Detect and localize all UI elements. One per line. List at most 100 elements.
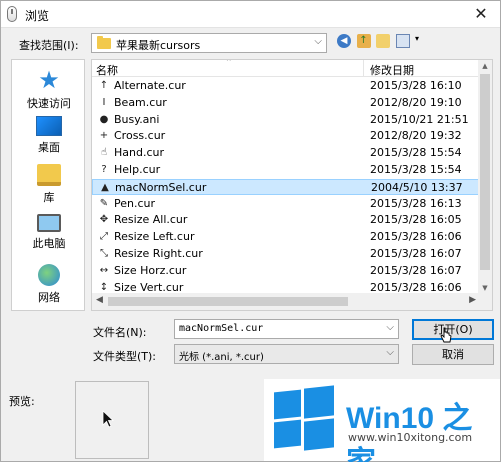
- filetype-label: 文件类型(T):: [93, 350, 157, 363]
- place-quick-access[interactable]: ★ 快速访问: [12, 68, 86, 111]
- file-row[interactable]: ↔ Size Horz.cur 2015/3/28 16:07: [92, 263, 480, 279]
- computer-icon: [37, 214, 61, 232]
- column-header: 名称 ⌃ 修改日期: [92, 60, 492, 77]
- cursor-file-icon: ▲: [101, 181, 109, 193]
- cursor-file-icon: ↔: [99, 264, 109, 276]
- file-row[interactable]: ✎ Pen.cur 2015/3/28 16:13: [92, 196, 480, 212]
- file-date: 2015/3/28 16:10: [370, 79, 462, 92]
- chevron-down-icon[interactable]: ⌵: [314, 36, 322, 47]
- file-row[interactable]: ⤢ Resize Left.cur 2015/3/28 16:06: [92, 229, 480, 245]
- filename-value[interactable]: macNormSel.cur: [179, 323, 263, 334]
- cursor-file-icon: ✥: [99, 214, 109, 226]
- preview-label: 预览:: [9, 395, 35, 408]
- chevron-down-icon[interactable]: ⌵: [386, 322, 394, 333]
- file-row[interactable]: + Cross.cur 2012/8/20 19:32: [92, 128, 480, 144]
- cursor-file-icon: ?: [101, 164, 107, 175]
- file-list: 名称 ⌃ 修改日期 ↑ Alternate.cur 2015/3/28 16:10 I…: [91, 59, 493, 311]
- file-name: Size Horz.cur: [114, 263, 187, 277]
- cursor-file-icon: ↕: [99, 281, 109, 293]
- file-name: macNormSel.cur: [115, 180, 207, 194]
- view-menu-icon[interactable]: [395, 34, 410, 48]
- file-name: Alternate.cur: [114, 79, 186, 92]
- browse-dialog: 浏览 ✕ 查找范围(I): 苹果最新cursors ⌵ ◀ ↑ ▾ ★ 快速访问…: [0, 0, 501, 462]
- cursor-file-icon: ⤢: [100, 231, 108, 243]
- lookin-value: 苹果最新cursors: [116, 39, 201, 52]
- file-row[interactable]: ⤡ Resize Right.cur 2015/3/28 16:07: [92, 246, 480, 262]
- file-date: 2015/3/28 16:05: [370, 213, 462, 227]
- file-name: Resize All.cur: [114, 213, 188, 227]
- filename-field[interactable]: macNormSel.cur ⌵: [174, 319, 399, 339]
- file-date: 2015/10/21 21:51: [370, 112, 469, 126]
- place-library[interactable]: 库: [12, 164, 86, 205]
- library-icon: [37, 164, 61, 186]
- file-name: Resize Right.cur: [114, 247, 203, 260]
- file-name: Size Vert.cur: [114, 280, 184, 294]
- scroll-thumb[interactable]: [480, 74, 490, 270]
- lookin-combo[interactable]: 苹果最新cursors ⌵: [91, 33, 327, 53]
- file-row[interactable]: ▲ macNormSel.cur 2004/5/10 13:37: [92, 178, 480, 195]
- place-network[interactable]: 网络: [12, 264, 86, 305]
- cursor-file-icon: ●: [99, 113, 109, 125]
- network-icon: [38, 264, 60, 286]
- file-name: Hand.cur: [114, 146, 165, 160]
- folder-icon: [97, 36, 111, 49]
- file-name: Cross.cur: [114, 129, 166, 143]
- file-date: 2015/3/28 16:07: [370, 263, 462, 277]
- file-name: Beam.cur: [114, 95, 167, 109]
- file-date: 2015/3/28 16:07: [370, 247, 462, 260]
- lookin-label: 查找范围(I):: [19, 39, 79, 52]
- place-desktop[interactable]: 桌面: [12, 116, 86, 155]
- column-name[interactable]: 名称: [96, 62, 118, 78]
- up-folder-icon[interactable]: ↑: [356, 34, 371, 48]
- file-row[interactable]: ☝ Hand.cur 2015/3/28 15:54: [92, 145, 480, 161]
- file-row[interactable]: ✥ Resize All.cur 2015/3/28 16:05: [92, 212, 480, 228]
- scroll-right-icon[interactable]: ▶: [469, 295, 476, 305]
- chevron-down-icon[interactable]: ⌵: [386, 347, 394, 358]
- toolbar-icons: ◀ ↑ ▾: [337, 34, 425, 52]
- cursor-file-icon: ⤡: [100, 248, 108, 259]
- file-row[interactable]: ? Help.cur 2015/3/28 15:54: [92, 162, 480, 178]
- file-row[interactable]: ● Busy.ani 2015/10/21 21:51: [92, 112, 480, 128]
- file-date: 2012/8/20 19:32: [370, 129, 462, 143]
- place-label: 此电脑: [32, 237, 66, 250]
- column-date[interactable]: 修改日期: [370, 62, 414, 78]
- cursor-file-icon: ↑: [99, 80, 109, 91]
- file-date: 2015/3/28 16:06: [370, 280, 462, 294]
- cancel-button[interactable]: 取消: [412, 344, 494, 365]
- file-date: 2015/3/28 15:54: [370, 146, 462, 160]
- file-row[interactable]: I Beam.cur 2012/8/20 19:10: [92, 95, 480, 111]
- horizontal-scrollbar[interactable]: ◀ ▶: [92, 293, 480, 310]
- file-date: 2004/5/10 13:37: [371, 180, 463, 194]
- cursor-file-icon: ☝: [100, 147, 108, 159]
- vertical-scrollbar[interactable]: ▲ ▼: [478, 60, 492, 294]
- watermark: Win10 之家 www.win10xitong.com: [264, 379, 500, 462]
- place-this-pc[interactable]: 此电脑: [12, 214, 86, 251]
- view-dropdown-icon[interactable]: ▾: [415, 34, 423, 48]
- cursor-preview-icon: [102, 410, 114, 428]
- close-icon[interactable]: ✕: [468, 3, 494, 25]
- scroll-left-icon[interactable]: ◀: [96, 295, 103, 305]
- back-icon[interactable]: ◀: [337, 34, 351, 48]
- file-date: 2015/3/28 16:13: [370, 196, 462, 210]
- brand-url: www.win10xitong.com: [348, 431, 473, 444]
- mouse-app-icon: [7, 6, 17, 22]
- windows-logo-icon: [274, 385, 334, 451]
- filetype-value: 光标 (*.ani, *.cur): [179, 352, 264, 363]
- column-separator[interactable]: [363, 60, 364, 77]
- new-folder-icon[interactable]: [376, 34, 390, 48]
- filename-label: 文件名(N):: [93, 326, 147, 339]
- file-name: Resize Left.cur: [114, 230, 195, 244]
- brand-text: Win10 之家: [346, 402, 473, 462]
- desktop-icon: [36, 116, 62, 136]
- star-icon: ★: [38, 66, 60, 94]
- hscroll-thumb[interactable]: [108, 297, 348, 306]
- place-label: 桌面: [38, 141, 60, 154]
- cursor-file-icon: +: [99, 130, 109, 142]
- file-row[interactable]: ↑ Alternate.cur 2015/3/28 16:10: [92, 78, 480, 94]
- file-name: Pen.cur: [114, 196, 156, 210]
- scroll-up-icon[interactable]: ▲: [478, 60, 492, 72]
- preview-pane: [75, 381, 149, 459]
- open-button[interactable]: 打开(O): [412, 319, 494, 340]
- filetype-select[interactable]: 光标 (*.ani, *.cur) ⌵: [174, 344, 399, 364]
- place-label: 快速访问: [27, 97, 71, 110]
